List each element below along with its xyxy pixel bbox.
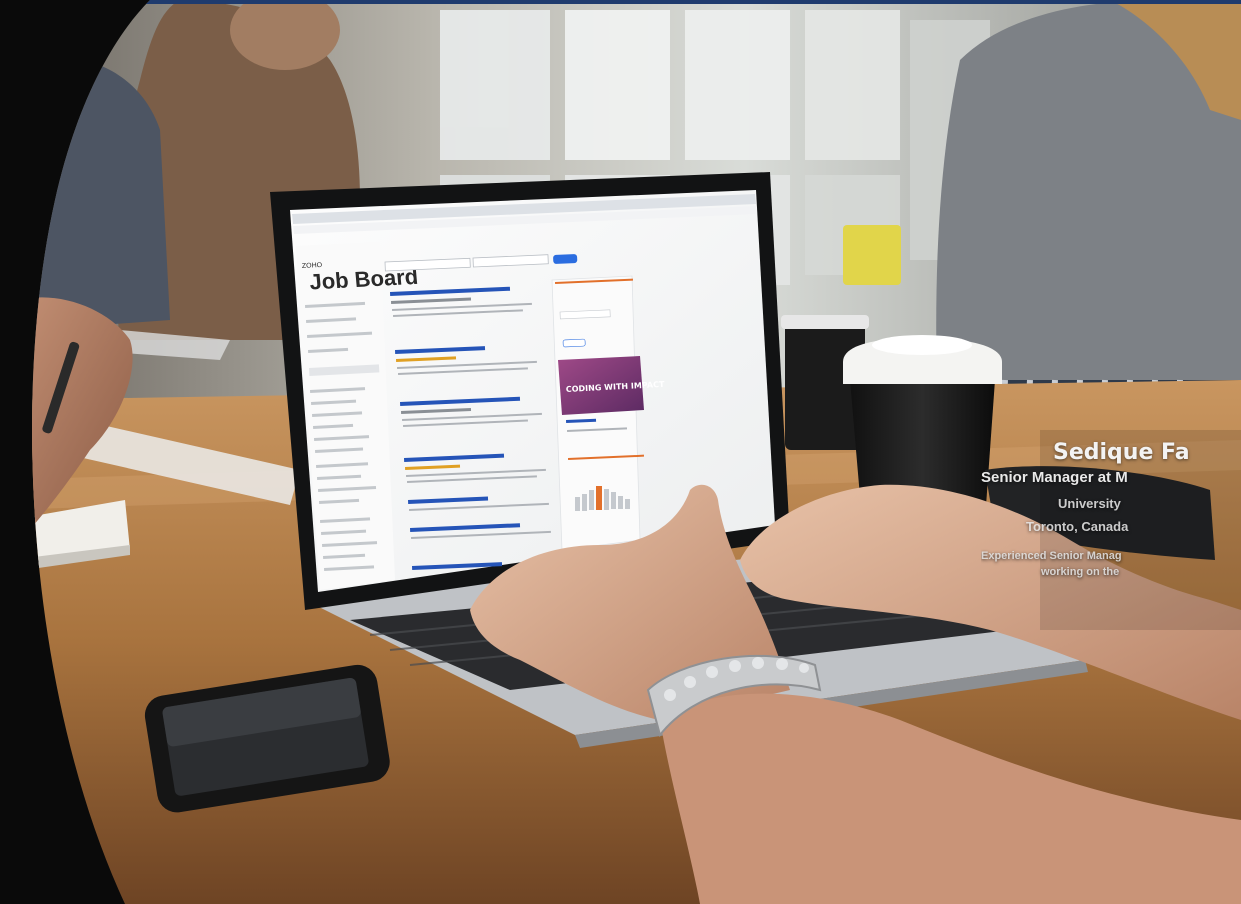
profile-summary-line-2: working on the (1041, 566, 1120, 578)
profile-card-clip: Sedique Fa Senior Manager at M Universit… (981, 0, 1241, 904)
yellow-mug (843, 225, 901, 285)
hero-photo-card: ZOHO Job Board CODING WITH IMPACT Sediqu… (0, 0, 1241, 904)
profile-location: Toronto, Canada (1026, 519, 1129, 534)
profile-overlay: Sedique Fa Senior Manager at M Universit… (981, 440, 1241, 580)
profile-name: Sedique Fa (1053, 440, 1190, 465)
profile-headline: Senior Manager at M (981, 469, 1128, 486)
profile-education: University (1058, 496, 1121, 511)
profile-summary-line-1: Experienced Senior Manag (981, 550, 1122, 562)
screen-search-button (553, 254, 578, 264)
